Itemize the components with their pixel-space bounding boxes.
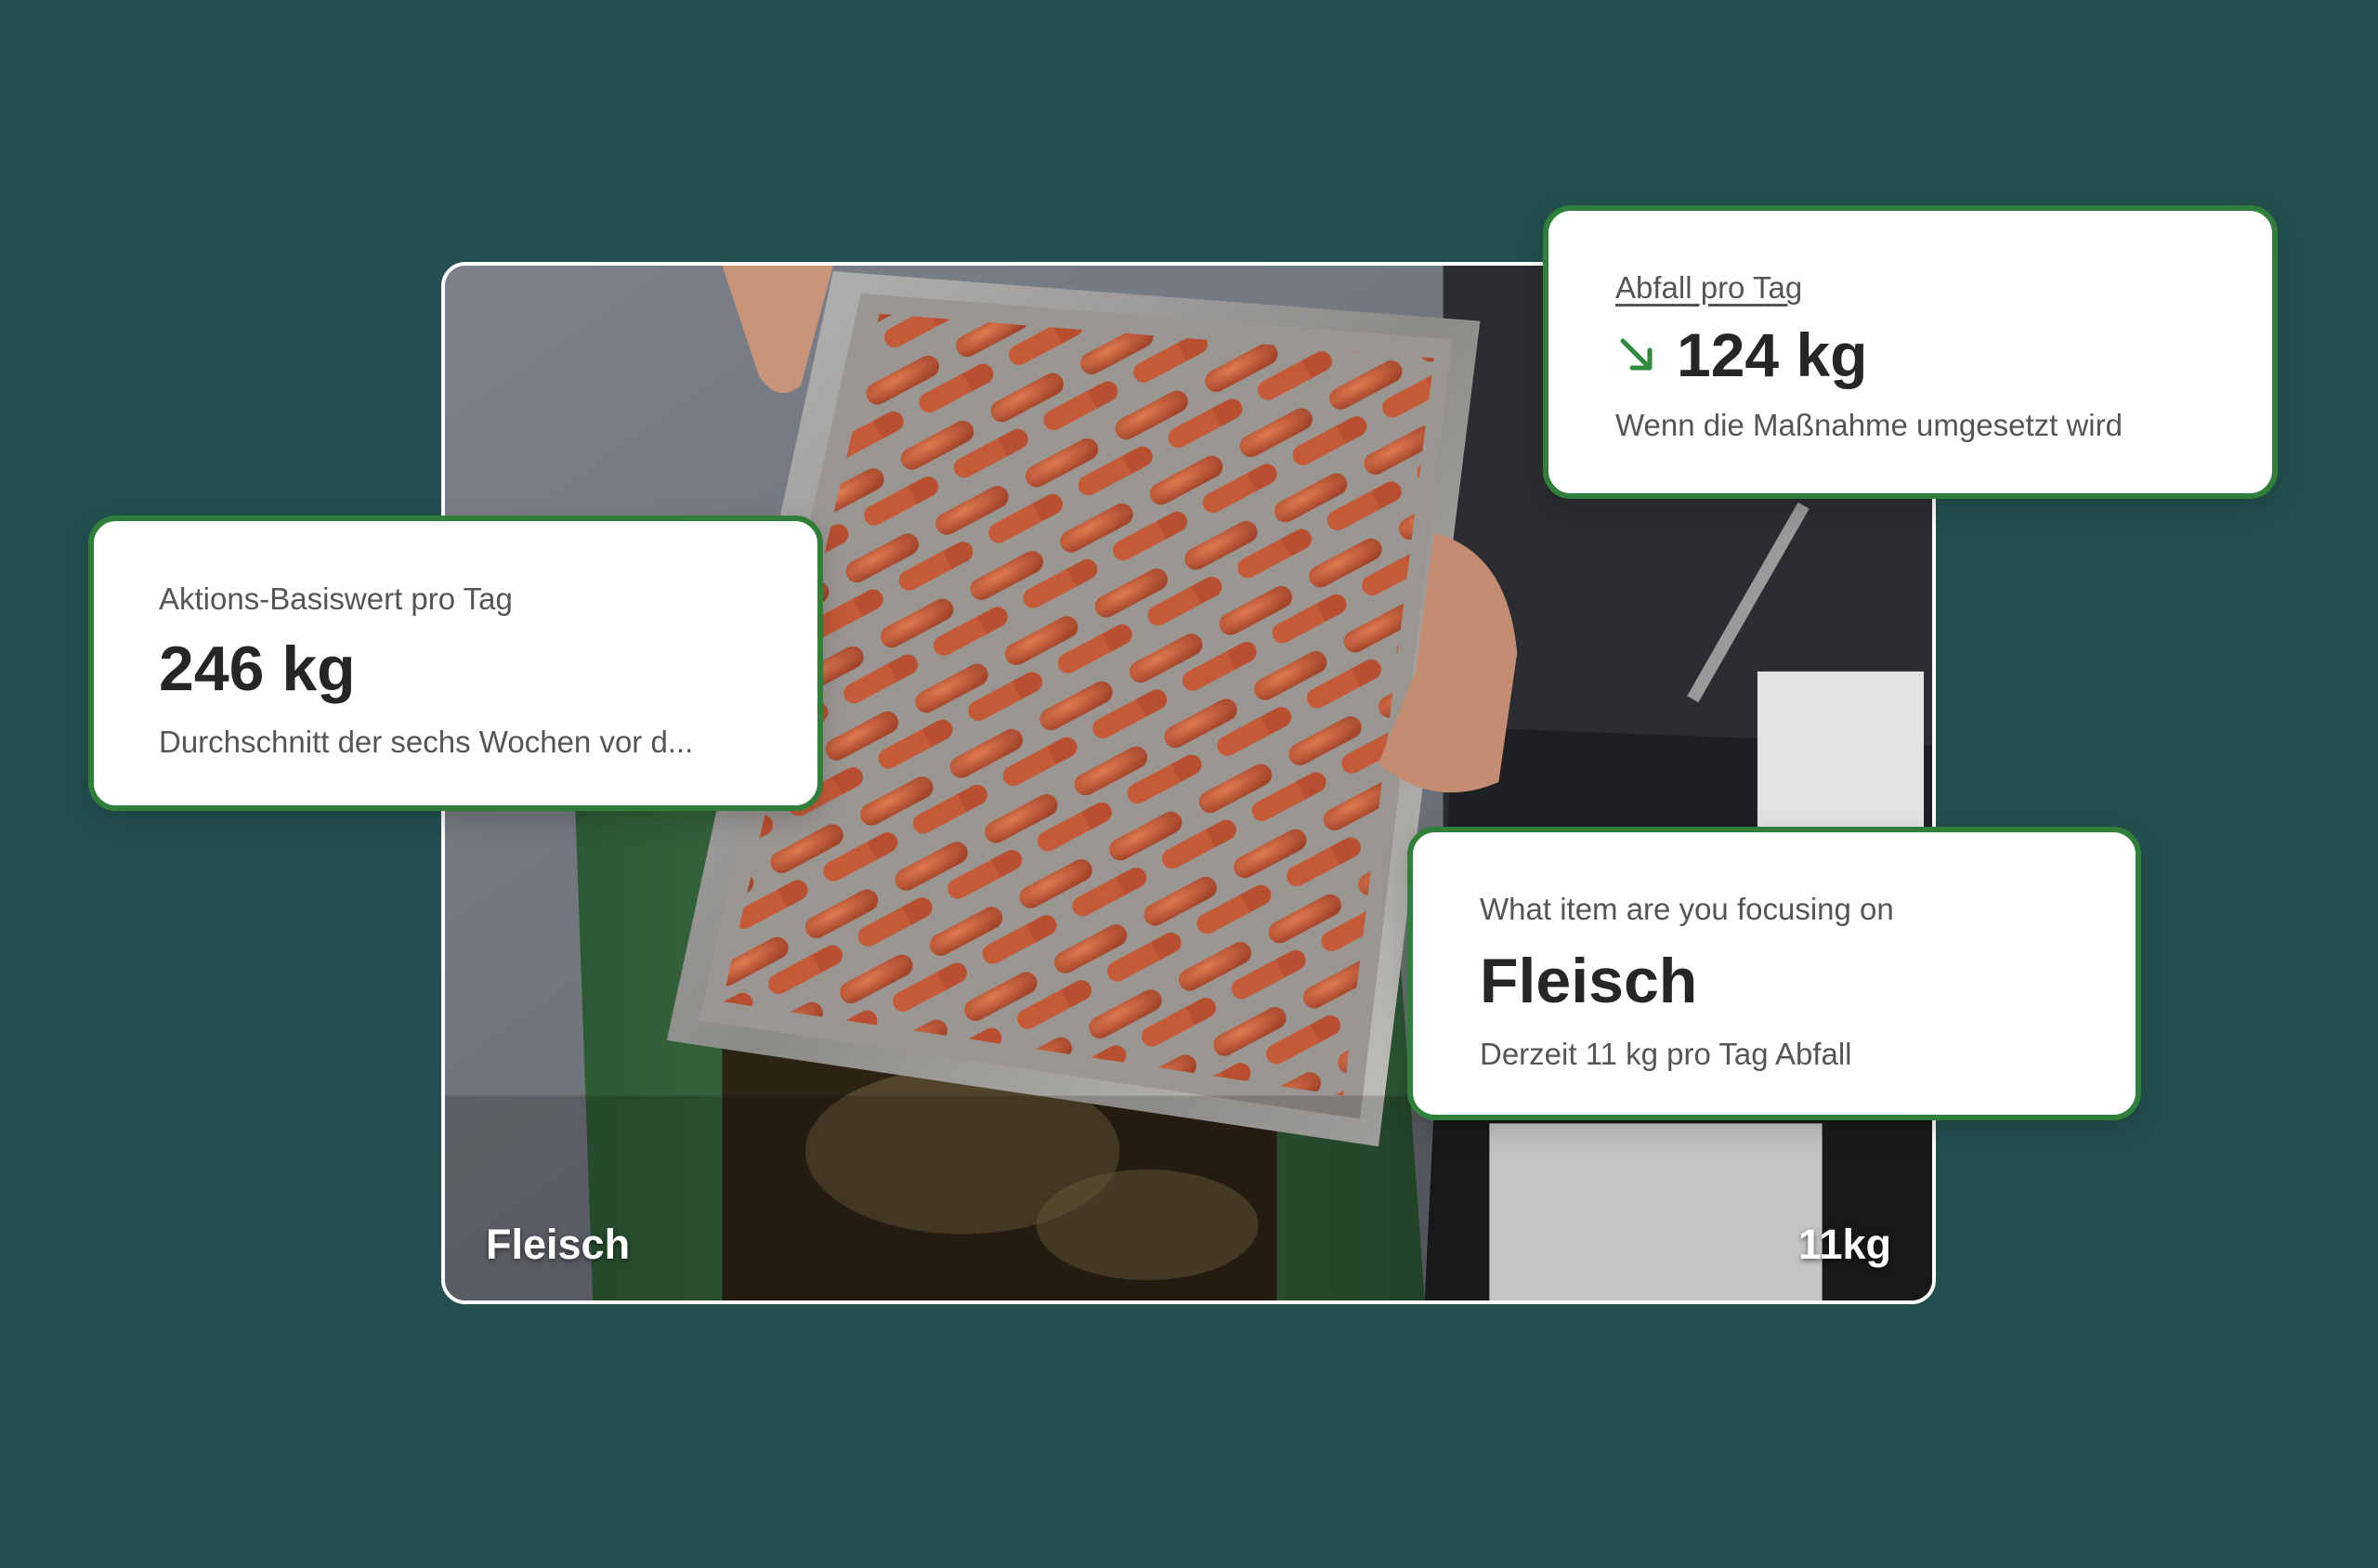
waste-value-row: 124 kg <box>1615 324 2272 385</box>
waste-per-day-label[interactable]: Abfall pro Tag <box>1615 270 2272 306</box>
photo-category-label: Fleisch <box>486 1221 631 1268</box>
waste-per-day-subtitle: Wenn die Maßnahme umgesetzt wird <box>1615 408 2123 442</box>
baseline-label: Aktions-Basiswert pro Tag <box>159 581 513 616</box>
baseline-card: Aktions-Basiswert pro Tag 246 kg Durchsc… <box>88 516 823 811</box>
baseline-value: 246 kg <box>159 634 356 704</box>
focus-item-subtitle: Derzeit 11 kg pro Tag Abfall <box>1480 1037 1852 1071</box>
focus-item-value: Fleisch <box>1480 946 1698 1016</box>
focus-item-card: What item are you focusing on Fleisch De… <box>1407 827 2141 1120</box>
baseline-subtitle: Durchschnitt der sechs Wochen vor d... <box>159 725 694 759</box>
waste-per-day-card: Abfall pro Tag 124 kg Wenn die Maßnahme … <box>1543 205 2278 499</box>
photo-weight-label: 11kg <box>1797 1221 1891 1268</box>
waste-per-day-value: 124 kg <box>1677 320 1868 389</box>
focus-item-label: What item are you focusing on <box>1480 892 1894 926</box>
arrow-down-right-icon <box>1620 338 1653 371</box>
